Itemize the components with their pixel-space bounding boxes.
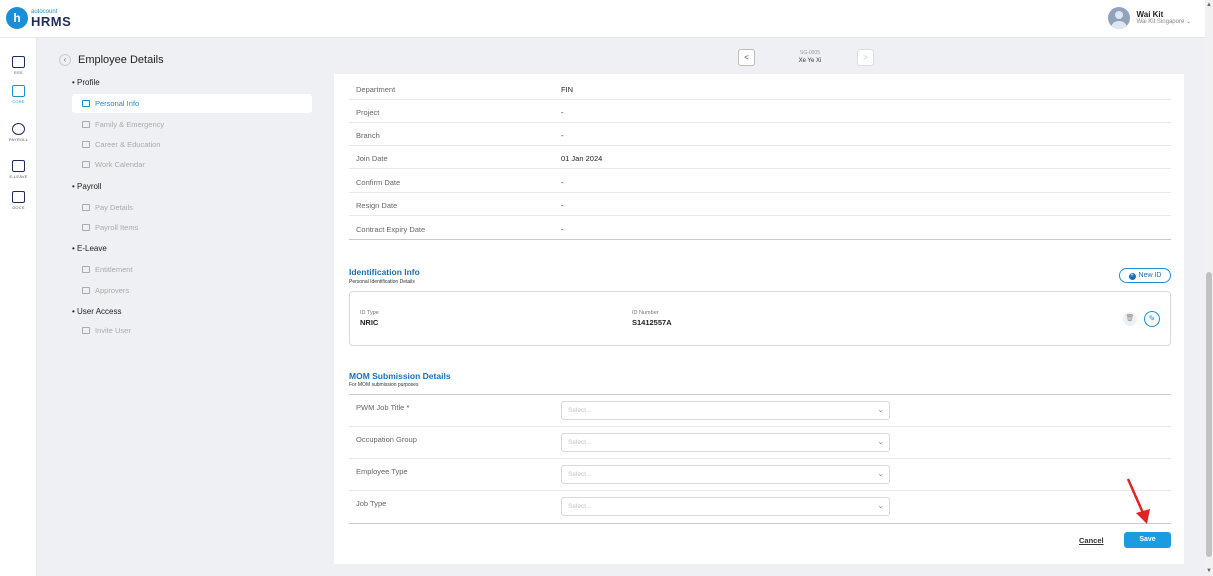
avatar (1108, 7, 1131, 29)
job-type-select[interactable]: Select... ⌄ (561, 497, 890, 516)
ess-icon (12, 56, 25, 68)
page-scrollbar[interactable]: ▲ ▼ (1205, 0, 1213, 576)
pencil-icon: ✎ (1148, 314, 1156, 323)
rail-item-eleave[interactable]: E-LEAVE (0, 160, 37, 179)
id-type-label: ID Type (360, 310, 379, 316)
nav-approvers[interactable]: Approvers (72, 281, 312, 300)
id-type-value: NRIC (360, 318, 379, 327)
chevron-left-icon: < (744, 53, 749, 62)
mom-row-occupation-group: Occupation Group Select... ⌄ (349, 427, 1171, 459)
family-icon (82, 121, 90, 128)
user-icon (82, 327, 90, 334)
chevron-right-icon: > (863, 53, 868, 62)
bank-icon (82, 204, 90, 211)
identification-subtitle: Personal Identification Details (349, 279, 415, 285)
nav-invite-user[interactable]: Invite User (72, 321, 312, 340)
edit-id-button[interactable]: ✎ (1144, 311, 1160, 327)
nav-career-education[interactable]: Career & Education (72, 135, 312, 154)
employee-type-label: Employee Type (356, 467, 408, 476)
list-icon (82, 224, 90, 231)
mom-title: MOM Submission Details (349, 371, 451, 381)
calendar-icon (82, 161, 90, 168)
chevron-down-icon: ⌄ (877, 437, 884, 446)
trash-icon: 🗑 (1125, 315, 1135, 322)
id-card-icon (82, 100, 90, 107)
next-employee-button[interactable]: > (857, 49, 874, 66)
chevron-down-icon: ⌄ (877, 501, 884, 510)
save-button[interactable]: Save (1124, 532, 1171, 548)
employee-type-select[interactable]: Select... ⌄ (561, 465, 890, 484)
detail-row: Join Date 01 Jan 2024 (349, 146, 1171, 169)
nav-group-user-access: • User Access (72, 307, 122, 316)
user-icon (82, 287, 90, 294)
prev-employee-button[interactable]: < (738, 49, 755, 66)
docs-icon (12, 191, 25, 203)
mom-row-employee-type: Employee Type Select... ⌄ (349, 459, 1171, 491)
plus-icon: + (1128, 273, 1136, 280)
user-name: Wai Kit (1136, 9, 1164, 19)
new-id-button[interactable]: + New ID (1119, 268, 1171, 283)
detail-row: Department FIN (349, 77, 1171, 100)
id-number-value: S1412557A (632, 318, 672, 327)
rail-item-ess[interactable]: ESS (0, 56, 37, 75)
detail-row: Contract Expiry Date - (349, 217, 1171, 240)
occupation-group-label: Occupation Group (356, 435, 417, 444)
user-company: Wai Kit Singapore ⌄ (1136, 19, 1191, 26)
pwm-job-title-label: PWM Job Title * (356, 403, 410, 412)
nav-group-eleave: • E-Leave (72, 244, 107, 253)
app-logo[interactable]: h autocount HRMS (6, 7, 71, 29)
nav-work-calendar[interactable]: Work Calendar (72, 155, 312, 174)
id-number-label: ID Number (632, 310, 659, 316)
nav-entitlement[interactable]: Entitlement (72, 260, 312, 279)
chevron-down-icon: ⌄ (877, 405, 884, 414)
user-menu[interactable]: Wai Kit Wai Kit Singapore ⌄ (1108, 7, 1191, 29)
chevron-down-icon: ⌄ (877, 469, 884, 478)
nav-family-emergency[interactable]: Family & Emergency (72, 115, 312, 134)
core-icon (12, 85, 25, 97)
detail-row: Resign Date - (349, 193, 1171, 216)
nav-pay-details[interactable]: Pay Details (72, 198, 312, 217)
detail-row: Project - (349, 100, 1171, 123)
payroll-icon (12, 123, 25, 135)
cancel-button[interactable]: Cancel (1079, 536, 1104, 545)
employee-name: Xe Ye Xi (798, 58, 822, 64)
calendar-icon (82, 266, 90, 273)
detail-row: Confirm Date - (349, 170, 1171, 193)
scrollbar-thumb[interactable] (1206, 272, 1212, 557)
job-type-label: Job Type (356, 499, 387, 508)
briefcase-icon (82, 141, 90, 148)
annotation-arrow-icon (1126, 478, 1150, 524)
top-bar: h autocount HRMS Wai Kit Wai Kit Singapo… (0, 0, 1205, 38)
detail-row: Branch - (349, 123, 1171, 146)
nav-personal-info[interactable]: Personal Info (72, 94, 312, 113)
rail-item-docs[interactable]: DOCS (0, 191, 37, 210)
id-record-card: ID Type NRIC ID Number S1412557A 🗑 ✎ (349, 291, 1171, 346)
mom-row-job-type: Job Type Select... ⌄ (349, 491, 1171, 523)
nav-group-payroll: • Payroll (72, 182, 102, 191)
occupation-group-select[interactable]: Select... ⌄ (561, 433, 890, 452)
employee-id: SG-0005 (799, 50, 820, 56)
nav-group-profile: • Profile (72, 78, 100, 87)
pwm-job-title-select[interactable]: Select... ⌄ (561, 401, 890, 420)
employee-details-card: Department FIN Project - Branch - Join D… (334, 74, 1184, 564)
rail-item-payroll[interactable]: PAYROLL (0, 123, 37, 142)
scroll-down-icon[interactable]: ▼ (1206, 568, 1212, 574)
logo-big-text: HRMS (31, 13, 72, 29)
app-rail: ESS CORE PAYROLL E-LEAVE DOCS (0, 38, 37, 576)
mom-subtitle: For MOM submission purposes (349, 382, 419, 388)
delete-id-button[interactable]: 🗑 (1123, 312, 1137, 326)
rail-item-core[interactable]: CORE (0, 85, 37, 104)
scroll-up-icon[interactable]: ▲ (1206, 2, 1212, 8)
mom-row-pwm-job-title: PWM Job Title * Select... ⌄ (349, 395, 1171, 427)
eleave-icon (12, 160, 25, 172)
nav-payroll-items[interactable]: Payroll Items (72, 218, 312, 237)
page-title: Employee Details (78, 54, 164, 66)
logo-mark: h (6, 7, 28, 29)
divider (349, 523, 1171, 524)
identification-title: Identification Info (349, 267, 420, 277)
back-button[interactable]: ‹ (59, 54, 71, 66)
